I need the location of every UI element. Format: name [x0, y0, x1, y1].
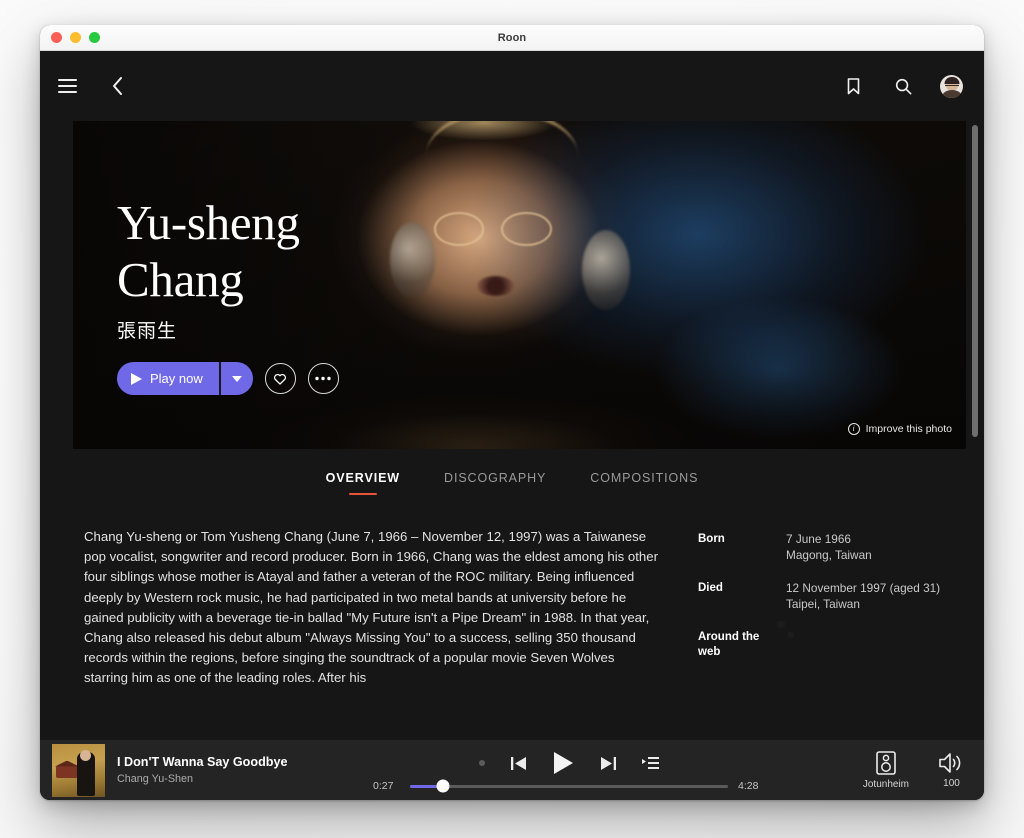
- now-playing[interactable]: I Don'T Wanna Say Goodbye Chang Yu-Shen: [52, 743, 320, 797]
- info-value-died: 12 November 1997 (aged 31) Taipei, Taiwa…: [786, 581, 944, 612]
- ellipsis-icon: [315, 376, 331, 381]
- zone-name: Jotunheim: [862, 778, 909, 790]
- transport-section: 0:27 4:28: [320, 748, 818, 793]
- more-options-button[interactable]: [307, 363, 339, 394]
- avatar-hair: [944, 76, 959, 84]
- shuffle-dot-icon[interactable]: [479, 760, 485, 766]
- search-icon: [895, 78, 912, 95]
- play-button-group: Play now: [117, 362, 253, 395]
- play-options-button[interactable]: [218, 362, 253, 395]
- favorite-button[interactable]: [264, 363, 296, 394]
- artist-name-line-1: Yu-sheng: [117, 195, 300, 250]
- menu-button[interactable]: [54, 73, 80, 99]
- previous-track-button[interactable]: [511, 756, 527, 771]
- app-topbar: [40, 51, 984, 121]
- window-title: Roon: [497, 31, 527, 44]
- next-track-icon: [600, 756, 616, 771]
- artist-biography: Chang Yu-sheng or Tom Yusheng Chang (Jun…: [84, 529, 658, 686]
- avatar-glasses: [944, 84, 959, 88]
- artist-header: Yu-sheng Chang 張雨生 Play now: [117, 194, 339, 395]
- artist-name-line-2: Chang: [117, 252, 244, 307]
- info-value-born: 7 June 1966 Magong, Taiwan: [786, 532, 944, 563]
- topbar-left-group: [54, 73, 130, 99]
- seek-bar-row: 0:27 4:28: [373, 779, 765, 793]
- chevron-down-icon: [231, 375, 242, 382]
- album-art-head: [80, 749, 91, 761]
- volume-value: 100: [943, 777, 960, 789]
- application-window: Roon Yu-sheng Chang 張雨生 Play now i Impro…: [40, 25, 984, 800]
- track-title: I Don'T Wanna Say Goodbye: [117, 754, 288, 769]
- artist-actions: Play now: [117, 362, 339, 395]
- died-date: 12 November 1997 (aged 31): [786, 581, 941, 595]
- artist-name-native: 張雨生: [117, 321, 178, 342]
- album-art-barn: [56, 765, 78, 778]
- back-button[interactable]: [104, 73, 130, 99]
- close-button[interactable]: [51, 32, 62, 43]
- play-icon: [131, 372, 142, 385]
- album-artwork[interactable]: [52, 743, 105, 797]
- volume-control[interactable]: 100: [939, 752, 964, 789]
- bookmark-icon: [847, 77, 860, 95]
- search-button[interactable]: [890, 73, 916, 99]
- queue-icon: [642, 756, 659, 770]
- app-body: Yu-sheng Chang 張雨生 Play now i Improve th…: [40, 51, 984, 800]
- scrollbar-thumb[interactable]: [972, 125, 978, 437]
- transport-controls: [479, 751, 659, 775]
- avatar[interactable]: [940, 74, 963, 98]
- now-playing-text: I Don'T Wanna Say Goodbye Chang Yu-Shen: [117, 754, 287, 787]
- info-value-around-the-web: [786, 630, 944, 660]
- vertical-scrollbar[interactable]: [972, 125, 978, 734]
- info-label-died: Died: [698, 582, 723, 594]
- play-now-button[interactable]: Play now: [117, 362, 219, 395]
- zoom-button[interactable]: [89, 32, 100, 43]
- overview-content: Chang Yu-sheng or Tom Yusheng Chang (Jun…: [40, 495, 984, 689]
- page-title: Yu-sheng Chang: [117, 194, 339, 308]
- artist-tabs: OVERVIEW DISCOGRAPHY COMPOSITIONS: [40, 449, 984, 495]
- heart-icon: [273, 372, 287, 385]
- chevron-left-icon: [112, 77, 123, 95]
- minimize-button[interactable]: [70, 32, 81, 43]
- tab-discography[interactable]: DISCOGRAPHY: [444, 471, 546, 495]
- scroll-area: Yu-sheng Chang 張雨生 Play now i Improve th…: [40, 51, 984, 740]
- born-date: 7 June 1966: [786, 532, 851, 546]
- traffic-light-buttons: [51, 32, 100, 43]
- volume-icon: [939, 752, 964, 774]
- window-titlebar: Roon: [40, 25, 984, 51]
- info-label-around-the-web: Around the web: [698, 631, 760, 658]
- died-place: Taipei, Taiwan: [786, 596, 860, 611]
- next-track-button[interactable]: [600, 756, 616, 771]
- player-bar: I Don'T Wanna Say Goodbye Chang Yu-Shen: [40, 740, 984, 800]
- artist-info-table: Born 7 June 1966 Magong, Taiwan Died 12 …: [698, 527, 944, 689]
- hamburger-menu-icon: [57, 79, 77, 93]
- queue-button[interactable]: [642, 756, 659, 770]
- seek-bar[interactable]: [410, 779, 728, 793]
- play-pause-button[interactable]: [553, 751, 574, 775]
- improve-photo-button[interactable]: i Improve this photo: [847, 423, 952, 435]
- player-right-group: Jotunheim 100: [818, 750, 970, 790]
- play-icon: [553, 751, 574, 775]
- bookmark-button[interactable]: [840, 73, 866, 99]
- seek-thumb[interactable]: [436, 779, 450, 793]
- info-icon: i: [847, 423, 860, 435]
- info-label-born: Born: [698, 533, 725, 545]
- improve-photo-label: Improve this photo: [865, 423, 952, 435]
- elapsed-time: 0:27: [373, 780, 394, 792]
- tab-overview[interactable]: OVERVIEW: [326, 471, 400, 495]
- zone-selector[interactable]: Jotunheim: [862, 750, 909, 790]
- born-place: Magong, Taiwan: [786, 547, 872, 562]
- speaker-icon: [876, 750, 896, 775]
- tab-compositions[interactable]: COMPOSITIONS: [590, 471, 698, 495]
- track-artist: Chang Yu-Shen: [117, 772, 194, 785]
- previous-track-icon: [511, 756, 527, 771]
- topbar-right-group: [840, 73, 968, 99]
- duration-time: 4:28: [738, 780, 759, 792]
- play-now-label: Play now: [150, 371, 203, 386]
